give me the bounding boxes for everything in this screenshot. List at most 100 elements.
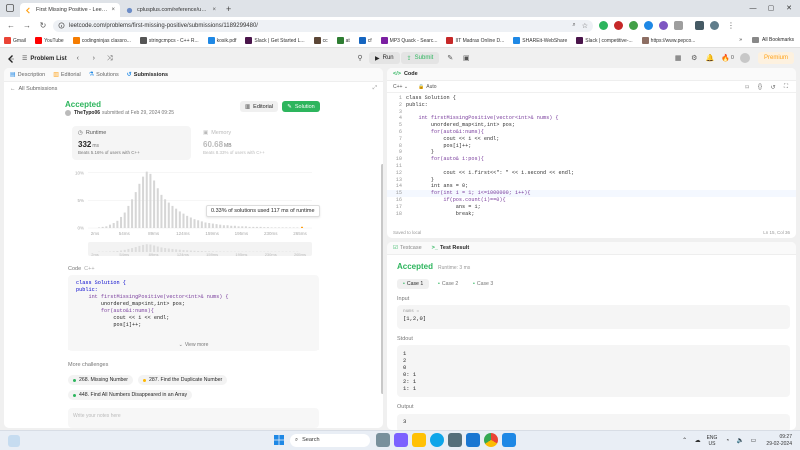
extension-purple-icon[interactable]: [659, 21, 668, 30]
tab-solutions[interactable]: ⚗ Solutions: [89, 71, 119, 79]
challenge-disappeared-numbers[interactable]: 448. Find All Numbers Disappeared in an …: [68, 390, 193, 400]
submit-button[interactable]: ⇪ Submit: [400, 52, 440, 64]
next-problem-icon[interactable]: ›: [89, 54, 99, 64]
challenge-missing-number[interactable]: 268. Missing Number: [68, 375, 134, 385]
weather-widget-icon[interactable]: [8, 435, 20, 447]
shuffle-icon[interactable]: ⤨: [105, 54, 115, 64]
reset-icon[interactable]: ↺: [769, 83, 777, 91]
leetcode-logo-icon[interactable]: [6, 54, 16, 64]
browser-tab-leetcode[interactable]: First Missing Positive - LeetCode ×: [20, 3, 120, 17]
bookmark-slack[interactable]: Slack | Get Started L...: [245, 37, 305, 44]
extension-red-icon[interactable]: [614, 21, 623, 30]
task-view-icon[interactable]: [376, 433, 390, 447]
whiteboard-icon[interactable]: ▣: [461, 53, 471, 63]
close-window-icon[interactable]: ✕: [782, 2, 796, 14]
bookmark-kosik[interactable]: kosik.pdf: [207, 37, 236, 44]
bookmark-cf[interactable]: cf: [358, 37, 372, 44]
fullscreen-icon[interactable]: ⛶: [782, 83, 790, 91]
zoom-icon[interactable]: ⌕: [572, 22, 575, 29]
editorial-button[interactable]: ▥ Editorial: [240, 101, 278, 112]
chevron-up-icon[interactable]: ⌃: [681, 437, 689, 445]
language-indicator[interactable]: ENG US: [707, 435, 718, 447]
tab-search-icon[interactable]: [4, 2, 16, 14]
all-bookmarks[interactable]: » All Bookmarks: [739, 37, 794, 43]
notes-icon[interactable]: ✎: [445, 53, 455, 63]
premium-button[interactable]: Premium: [757, 52, 794, 64]
browser-tab-cplusplus[interactable]: cplusplus.com/reference/unorde ×: [121, 3, 221, 17]
tab-test-result[interactable]: >_ Test Result: [432, 245, 470, 251]
fire-streak-icon[interactable]: 🔥 0: [721, 53, 734, 63]
settings-gear-icon[interactable]: ⚙: [689, 53, 699, 63]
tab-description[interactable]: ▤ Description: [10, 71, 45, 79]
extensions-puzzle-icon[interactable]: [674, 21, 683, 30]
debug-icon[interactable]: ⚲: [355, 53, 365, 63]
bookmark-gmail[interactable]: Gmail: [4, 37, 26, 44]
reload-icon[interactable]: ↻: [37, 20, 49, 32]
taskbar-clock[interactable]: 09:27 29-02-2024: [766, 434, 792, 447]
user-avatar[interactable]: [739, 53, 750, 63]
code-tab[interactable]: </> Code: [387, 68, 796, 81]
mail-icon[interactable]: [466, 433, 480, 447]
bookmark-star-icon[interactable]: ☆: [582, 22, 588, 30]
close-tab-icon[interactable]: ×: [212, 7, 216, 13]
author-name[interactable]: TheTypo06: [74, 110, 100, 116]
extension-green-icon[interactable]: [599, 21, 608, 30]
wifi-icon[interactable]: ◔: [723, 437, 731, 445]
solution-button[interactable]: ✎ Solution: [282, 101, 320, 112]
site-info-icon[interactable]: [58, 22, 65, 29]
all-submissions-link[interactable]: ← All Submissions ⤢: [4, 82, 383, 95]
case-3-tab[interactable]: • Case 3: [467, 279, 499, 289]
store-icon[interactable]: [448, 433, 462, 447]
language-selector[interactable]: C++ ⌄: [393, 84, 408, 90]
bookmark-slack-cp[interactable]: Slack | competitive-...: [576, 37, 633, 44]
edge-icon[interactable]: [430, 433, 444, 447]
view-more-button[interactable]: ⌄ View more: [68, 340, 319, 350]
browser-menu-icon[interactable]: ⋮: [727, 21, 735, 30]
case-1-tab[interactable]: • Case 1: [397, 279, 430, 289]
teams-icon[interactable]: [394, 433, 408, 447]
case-2-tab[interactable]: • Case 2: [432, 279, 464, 289]
close-tab-icon[interactable]: ×: [111, 7, 115, 13]
code-editor[interactable]: 1 class Solution { 2 public: 3 4 int first…: [387, 95, 796, 223]
runtime-card[interactable]: ◷ Runtime 332ms Beats 5.16% of users with…: [72, 126, 191, 160]
notification-bell-icon[interactable]: 🔔: [705, 53, 715, 63]
bookmark-youtube[interactable]: YouTube: [35, 37, 64, 44]
address-bar[interactable]: leetcode.com/problems/first-missing-posi…: [53, 19, 593, 32]
bookmark-iitm[interactable]: IIT Madras Online D...: [446, 37, 504, 44]
tab-testcase[interactable]: ☑ Testcase: [393, 245, 422, 251]
new-tab-icon[interactable]: +: [226, 4, 231, 14]
maximize-icon[interactable]: ▢: [764, 2, 778, 14]
extension-plus-icon[interactable]: [629, 21, 638, 30]
tab-submissions[interactable]: ↺ Submissions: [127, 71, 168, 79]
bookmark-codingninjas[interactable]: codingninjas classro...: [72, 37, 131, 44]
expand-icon[interactable]: ⤢: [373, 85, 377, 92]
bookmark-icon[interactable]: ⌑: [743, 83, 751, 91]
bookmark-mp3quack[interactable]: MP3 Quack - Searc...: [380, 37, 437, 44]
bookmark-shareit[interactable]: SHAREit-WebShare: [513, 37, 567, 44]
bookmark-cc[interactable]: cc: [313, 37, 328, 44]
problem-list-button[interactable]: ☰ Problem List: [22, 55, 67, 63]
braces-format-icon[interactable]: {}: [756, 83, 764, 91]
bookmark-pepco[interactable]: https://www.pepco...: [641, 37, 695, 44]
left-scrollbar[interactable]: [381, 164, 383, 394]
bookmark-stringcmp[interactable]: stringcmpcs - C++ R...: [139, 37, 199, 44]
profile-avatar[interactable]: [710, 21, 719, 30]
battery-icon[interactable]: ▭: [749, 437, 757, 445]
bookmark-at[interactable]: at: [336, 37, 350, 44]
taskbar-search[interactable]: ⌕ Search: [290, 433, 370, 447]
extension-blue-icon[interactable]: [644, 21, 653, 30]
chrome-icon[interactable]: [484, 433, 498, 447]
volume-icon[interactable]: 🔈: [736, 437, 744, 445]
layout-icon[interactable]: ▦: [673, 53, 683, 63]
tab-editorial[interactable]: ▥ Editorial: [53, 71, 81, 79]
back-arrow-icon[interactable]: ←: [5, 20, 17, 32]
auto-mode-toggle[interactable]: 🔒 Auto: [418, 84, 437, 90]
side-panel-icon[interactable]: [695, 21, 704, 30]
prev-problem-icon[interactable]: ‹: [73, 54, 83, 64]
cloud-icon[interactable]: ☁: [694, 437, 702, 445]
memory-card[interactable]: ▣ Memory 60.68MB Beats 8.33% of users wit…: [197, 126, 317, 160]
run-button[interactable]: ▶ Run: [369, 52, 400, 64]
windows-start-icon[interactable]: [272, 433, 286, 447]
vscode-icon[interactable]: [502, 433, 516, 447]
notes-input[interactable]: Write your notes here: [68, 408, 319, 428]
